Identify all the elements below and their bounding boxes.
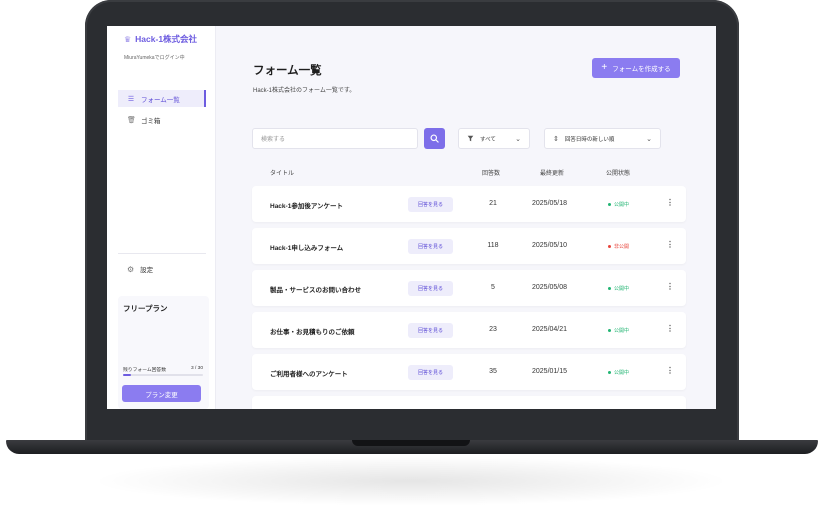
status-dot <box>608 329 611 332</box>
sidebar: ♛ Hack-1株式会社 MiuraYumekaでログイン中 ☰ フォーム一覧 … <box>107 26 216 409</box>
trash-icon: 🗑 <box>127 116 136 124</box>
plus-icon: + <box>601 62 608 73</box>
updated-date: 2025/01/15 <box>532 368 568 375</box>
plan-change-button[interactable]: プラン変更 <box>122 385 201 402</box>
status-label: 公開中 <box>614 202 630 208</box>
updated-date: 2025/05/10 <box>532 242 568 249</box>
form-title[interactable]: 製品・サービスのお問い合わせ <box>270 284 361 294</box>
status-filter-select[interactable]: すべて ⌄ <box>458 128 530 149</box>
gear-icon: ⚙ <box>127 264 135 274</box>
updated-date: 2025/05/18 <box>532 200 568 207</box>
plan-name: フリープラン <box>123 304 168 313</box>
form-title[interactable]: Hack-1参加後アンケート <box>270 200 343 210</box>
table-header: タイトル 回答数 最終更新 公開状態 <box>252 168 686 180</box>
status-dot <box>608 203 611 206</box>
column-status: 公開状態 <box>606 171 631 177</box>
create-form-label: フォームを作成する <box>612 66 671 73</box>
sidebar-item-label: ゴミ箱 <box>141 117 161 125</box>
chevron-down-icon: ⌄ <box>515 135 521 143</box>
view-responses-button[interactable]: 回答を見る <box>408 281 453 296</box>
response-count: 5 <box>491 284 495 291</box>
table-row[interactable]: 製品・サービスのお問い合わせ 回答を見る 5 2025/05/08 公開中 ⋮ <box>252 270 686 306</box>
create-form-button[interactable]: + フォームを作成する <box>592 58 680 78</box>
status-label: 非公開 <box>614 244 630 250</box>
status-dot <box>608 371 611 374</box>
status-badge: 公開中 <box>608 369 629 376</box>
settings-label: 設定 <box>140 267 154 274</box>
table-row[interactable]: ご利用者様へのアンケート 回答を見る 35 2025/01/15 公開中 ⋮ <box>252 354 686 390</box>
sidebar-item-label: フォーム一覧 <box>141 96 180 104</box>
status-label: 公開中 <box>614 286 630 292</box>
plan-progress-fill <box>123 374 131 376</box>
brand[interactable]: ♛ Hack-1株式会社 <box>124 33 197 45</box>
sidebar-nav: ☰ フォーム一覧 🗑 ゴミ箱 <box>118 90 206 132</box>
list-icon: ☰ <box>127 95 135 103</box>
crown-icon: ♛ <box>124 34 132 44</box>
table-row[interactable]: Hack-1申し込みフォーム 回答を見る 118 2025/05/10 非公開 … <box>252 228 686 264</box>
response-count: 118 <box>487 242 499 249</box>
table-row[interactable]: お仕事・お見積もりのご依頼 回答を見る 23 2025/04/21 公開中 ⋮ <box>252 312 686 348</box>
status-badge: 公開中 <box>608 285 629 292</box>
filter-icon <box>467 135 474 142</box>
sidebar-item-trash[interactable]: 🗑 ゴミ箱 <box>118 111 206 128</box>
sort-value: 回答日時の新しい順 <box>564 136 615 143</box>
status-badge: 公開中 <box>608 201 629 208</box>
more-options-icon[interactable]: ⋮ <box>666 324 674 333</box>
response-count: 35 <box>489 368 497 375</box>
view-responses-button[interactable]: 回答を見る <box>408 239 453 254</box>
login-status: MiuraYumekaでログイン中 <box>124 55 185 61</box>
sort-icon: ⇕ <box>553 135 559 143</box>
filter-value: すべて <box>480 136 496 143</box>
updated-date: 2025/05/08 <box>532 284 568 291</box>
laptop-shadow <box>90 456 732 506</box>
status-dot <box>608 245 611 248</box>
column-count: 回答数 <box>482 171 501 177</box>
search-input[interactable]: 検索する <box>252 128 418 149</box>
plan-progress-bar <box>123 374 203 376</box>
more-options-icon[interactable]: ⋮ <box>666 282 674 291</box>
laptop-notch <box>352 440 470 446</box>
table-row[interactable]: Hack-1参加後アンケート 回答を見る 21 2025/05/18 公開中 ⋮ <box>252 186 686 222</box>
sidebar-divider <box>118 253 206 254</box>
view-responses-button[interactable]: 回答を見る <box>408 323 453 338</box>
sidebar-item-forms[interactable]: ☰ フォーム一覧 <box>118 90 206 107</box>
stage: ♛ Hack-1株式会社 MiuraYumekaでログイン中 ☰ フォーム一覧 … <box>0 0 822 512</box>
more-options-icon[interactable]: ⋮ <box>666 240 674 249</box>
status-badge: 非公開 <box>608 243 629 250</box>
column-updated: 最終更新 <box>540 171 565 177</box>
status-label: 公開中 <box>614 328 630 334</box>
more-options-icon[interactable]: ⋮ <box>666 198 674 207</box>
response-count: 23 <box>489 326 497 333</box>
sidebar-item-settings[interactable]: ⚙ 設定 <box>127 264 154 275</box>
form-list: Hack-1参加後アンケート 回答を見る 21 2025/05/18 公開中 ⋮… <box>252 186 686 409</box>
view-responses-button[interactable]: 回答を見る <box>408 365 453 380</box>
chevron-down-icon: ⌄ <box>646 135 652 143</box>
search-icon <box>430 134 439 143</box>
status-badge: 公開中 <box>608 327 629 334</box>
main-content: フォーム一覧 Hack-1株式会社のフォーム一覧です。 + フォームを作成する … <box>216 26 716 409</box>
page-title: フォーム一覧 <box>253 65 322 77</box>
plan-remaining-value: 3 / 30 <box>190 366 203 371</box>
plan-remaining-label: 残りフォーム回答数 <box>123 368 167 373</box>
page-subtitle: Hack-1株式会社のフォーム一覧です。 <box>253 88 356 94</box>
sort-select[interactable]: ⇕ 回答日時の新しい順 ⌄ <box>544 128 661 149</box>
form-title[interactable]: ご利用者様へのアンケート <box>270 368 348 378</box>
view-responses-button[interactable]: 回答を見る <box>408 197 453 212</box>
status-dot <box>608 287 611 290</box>
plan-card: フリープラン 残りフォーム回答数 3 / 30 プラン変更 <box>118 296 209 409</box>
updated-date: 2025/04/21 <box>532 326 568 333</box>
status-label: 公開中 <box>614 370 630 376</box>
search-button[interactable] <box>424 128 445 149</box>
more-options-icon[interactable]: ⋮ <box>666 366 674 375</box>
table-row[interactable] <box>252 396 686 409</box>
column-title: タイトル <box>270 171 295 177</box>
form-title[interactable]: お仕事・お見積もりのご依頼 <box>270 326 355 336</box>
form-title[interactable]: Hack-1申し込みフォーム <box>270 242 343 252</box>
plan-remaining: 残りフォーム回答数 3 / 30 <box>123 366 203 373</box>
company-name: Hack-1株式会社 <box>135 34 198 44</box>
screen: ♛ Hack-1株式会社 MiuraYumekaでログイン中 ☰ フォーム一覧 … <box>107 26 716 409</box>
response-count: 21 <box>489 200 497 207</box>
